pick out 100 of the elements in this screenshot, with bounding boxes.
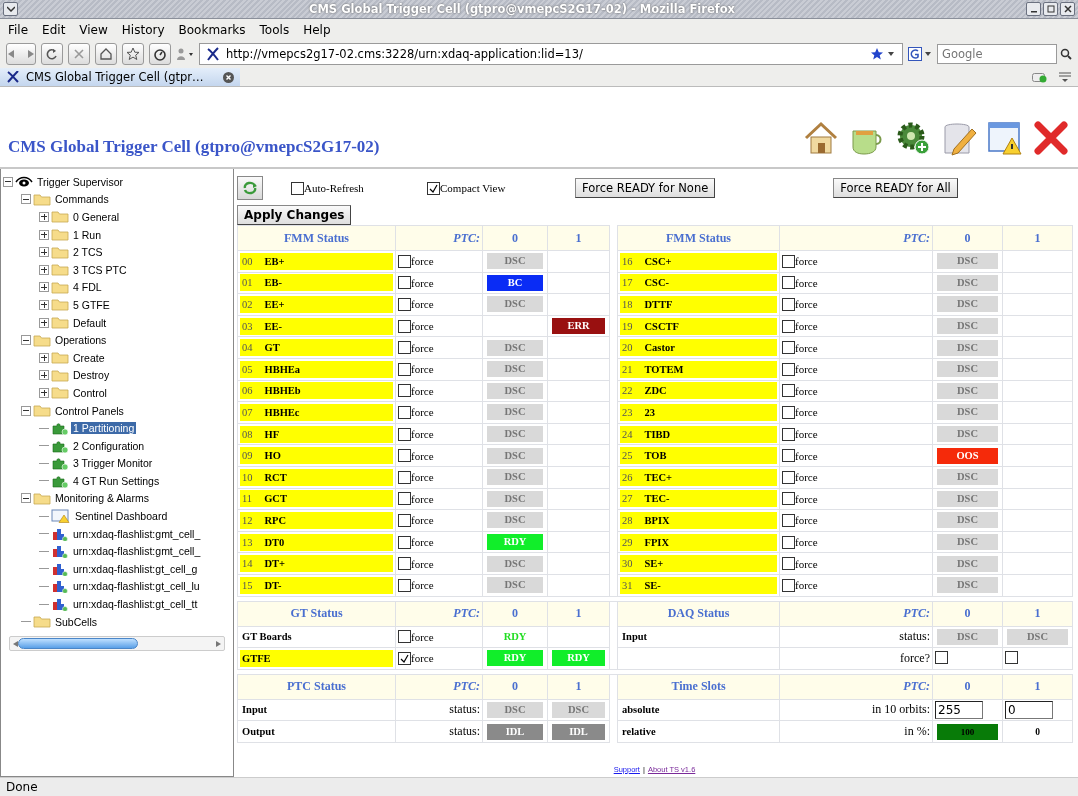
menu-item[interactable]: Tools: [259, 22, 290, 37]
tab-close-icon[interactable]: [223, 71, 234, 83]
people-icon[interactable]: [176, 47, 194, 61]
checkbox[interactable]: [427, 181, 440, 195]
reload-button[interactable]: [41, 43, 63, 65]
browser-tab[interactable]: CMS Global Trigger Cell (gtpr…: [0, 68, 240, 86]
checkbox[interactable]: [782, 341, 795, 355]
checkbox[interactable]: [398, 578, 411, 592]
tree-item[interactable]: 2 TCS: [71, 246, 105, 259]
checkbox[interactable]: [935, 650, 948, 664]
force-ready-button[interactable]: Force READY for All: [833, 178, 958, 198]
checkbox[interactable]: [782, 535, 795, 549]
checkbox[interactable]: [782, 557, 795, 571]
tree-item[interactable]: urn:xdaq-flashlist:gmt_cell_: [71, 527, 203, 540]
checkbox[interactable]: [782, 449, 795, 463]
back-forward-button[interactable]: [6, 43, 36, 65]
tree-item[interactable]: 1 Run: [71, 228, 104, 241]
checkbox[interactable]: [782, 254, 795, 268]
close-icon[interactable]: [1032, 119, 1070, 157]
checkbox[interactable]: [398, 535, 411, 549]
warning-window-icon[interactable]: [986, 119, 1024, 157]
expand-toggle[interactable]: [39, 317, 49, 328]
expand-toggle[interactable]: [39, 229, 49, 240]
scrollbar-thumb[interactable]: [18, 638, 138, 650]
expand-toggle[interactable]: [39, 387, 49, 398]
collapse-toggle[interactable]: [21, 405, 31, 416]
address-bar[interactable]: http://vmepcs2g17-02.cms:3228/urn:xdaq-application:lid=13/: [199, 43, 903, 65]
menu-item[interactable]: File: [8, 22, 29, 37]
tree-item[interactable]: urn:xdaq-flashlist:gt_cell_g: [71, 562, 200, 575]
window-menu-button[interactable]: [3, 2, 18, 16]
checkbox[interactable]: [398, 470, 411, 484]
checkbox[interactable]: [782, 276, 795, 290]
expand-toggle[interactable]: [39, 370, 49, 381]
collapse-toggle[interactable]: [21, 493, 31, 504]
tree-item[interactable]: Create: [71, 351, 107, 364]
checkbox[interactable]: [782, 578, 795, 592]
menu-item[interactable]: Help: [303, 22, 331, 37]
checkbox[interactable]: [782, 319, 795, 333]
tree-item[interactable]: 3 Trigger Monitor: [71, 457, 155, 470]
tree-item[interactable]: Commands: [53, 193, 111, 206]
checkbox[interactable]: [398, 557, 411, 571]
checkbox[interactable]: [398, 341, 411, 355]
collapse-toggle[interactable]: [21, 335, 31, 346]
checkbox[interactable]: [782, 492, 795, 506]
tree-item[interactable]: urn:xdaq-flashlist:gmt_cell_: [71, 545, 203, 558]
checkbox[interactable]: [398, 513, 411, 527]
maximize-button[interactable]: [1043, 2, 1058, 16]
menu-item[interactable]: View: [79, 22, 108, 37]
tree-item[interactable]: Monitoring & Alarms: [53, 492, 151, 505]
bookmark-star-icon[interactable]: [870, 47, 896, 61]
horizontal-scrollbar[interactable]: [9, 636, 225, 652]
checkbox[interactable]: [291, 181, 304, 195]
checkbox[interactable]: [782, 470, 795, 484]
expand-toggle[interactable]: [39, 212, 49, 222]
tree-item[interactable]: Control Panels: [53, 404, 126, 417]
checkbox[interactable]: [398, 276, 411, 290]
checkbox[interactable]: [398, 405, 411, 419]
stop-button[interactable]: [68, 43, 90, 65]
checkbox[interactable]: [1005, 650, 1018, 664]
expand-toggle[interactable]: [39, 299, 49, 310]
tree-item[interactable]: Default: [71, 316, 109, 329]
expand-toggle[interactable]: [39, 247, 49, 258]
checkbox[interactable]: [398, 384, 411, 398]
checkbox[interactable]: [398, 362, 411, 376]
bookmark-star-button[interactable]: [122, 43, 144, 65]
scroll-right-icon[interactable]: [216, 640, 221, 647]
tree-item[interactable]: 2 Configuration: [71, 439, 147, 452]
checkbox[interactable]: [398, 651, 411, 665]
home-button[interactable]: [95, 43, 117, 65]
tree-item[interactable]: urn:xdaq-flashlist:gt_cell_lu: [71, 580, 202, 593]
checkbox[interactable]: [398, 449, 411, 463]
tree-item[interactable]: Operations: [53, 334, 109, 347]
close-button[interactable]: [1060, 2, 1075, 16]
tree-item[interactable]: urn:xdaq-flashlist:gt_cell_tt: [71, 598, 200, 611]
tree-item[interactable]: 3 TCS PTC: [71, 263, 129, 276]
tree-item[interactable]: Trigger Supervisor: [35, 175, 125, 188]
minimize-button[interactable]: [1026, 2, 1041, 16]
checkbox[interactable]: [782, 384, 795, 398]
refresh-button[interactable]: [237, 176, 263, 200]
tree-item[interactable]: SubCells: [53, 615, 100, 628]
tree-item[interactable]: 0 General: [71, 211, 122, 223]
menu-item[interactable]: Bookmarks: [178, 22, 246, 37]
force-ready-button[interactable]: Force READY for None: [575, 178, 716, 198]
checkbox[interactable]: [782, 298, 795, 311]
apply-changes-button[interactable]: Apply Changes: [237, 205, 352, 225]
checkbox[interactable]: [782, 362, 795, 376]
search-field[interactable]: Google: [937, 44, 1057, 64]
timer-button[interactable]: [149, 43, 171, 65]
home-icon[interactable]: [802, 119, 840, 157]
tree-item[interactable]: 4 FDL: [71, 281, 104, 294]
expand-toggle[interactable]: [39, 264, 49, 275]
orbit-field[interactable]: 0: [1005, 701, 1053, 719]
checkbox[interactable]: [398, 298, 411, 311]
checkbox[interactable]: [782, 427, 795, 441]
new-tab-icon[interactable]: [1032, 71, 1048, 83]
collapse-toggle[interactable]: [3, 176, 13, 187]
checkbox[interactable]: [398, 254, 411, 268]
tab-list-icon[interactable]: [1058, 71, 1072, 83]
checkbox[interactable]: [782, 513, 795, 527]
checkbox[interactable]: [782, 405, 795, 419]
